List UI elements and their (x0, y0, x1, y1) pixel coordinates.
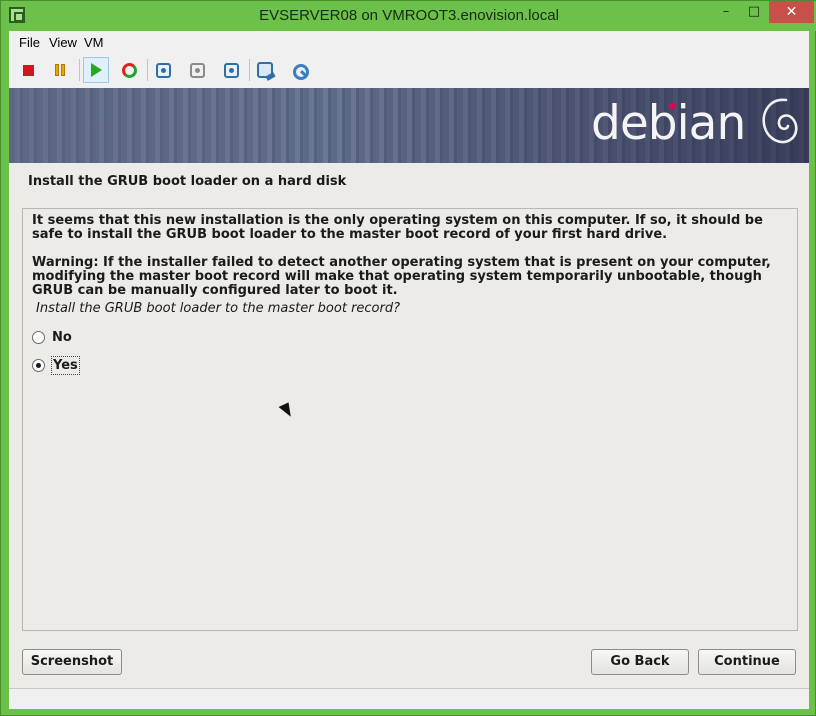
toolbar-separator (79, 59, 80, 81)
debian-logo-dot (670, 103, 676, 109)
question-label: Install the GRUB boot loader to the mast… (36, 301, 401, 316)
maximize-button[interactable]: □ (741, 1, 767, 23)
debian-banner: debian (9, 88, 809, 163)
toolbar-separator (249, 59, 250, 81)
snapshot-icon (155, 62, 171, 78)
insert-disk-button[interactable] (286, 57, 312, 83)
screenshot-button[interactable]: Screenshot (22, 649, 122, 675)
warning-paragraph: Warning: If the installer failed to dete… (32, 255, 771, 298)
menu-bar: File View VM (9, 31, 809, 53)
info-paragraph: It seems that this new installation is t… (32, 213, 763, 242)
radio-no[interactable] (32, 330, 45, 344)
menu-view[interactable]: View (49, 35, 77, 50)
vm-connection-window: EVSERVER08 on VMROOT3.enovision.local – … (0, 0, 816, 716)
revert-button (184, 57, 210, 83)
toolbar (9, 53, 809, 85)
revert-icon (189, 62, 205, 78)
title-bar[interactable]: EVSERVER08 on VMROOT3.enovision.local – … (1, 1, 816, 31)
debian-swirl-icon (762, 98, 798, 144)
pause-icon (55, 64, 67, 76)
menu-file[interactable]: File (19, 35, 40, 50)
client-area: File View VM debian Install the GRUB boo… (9, 31, 809, 709)
minimize-button[interactable]: – (713, 1, 739, 23)
option-yes-label[interactable]: Yes (51, 355, 80, 375)
content-panel: It seems that this new installation is t… (22, 208, 798, 631)
window-title: EVSERVER08 on VMROOT3.enovision.local (259, 7, 559, 24)
reset-button[interactable] (116, 57, 142, 83)
debian-logo-text: debian (591, 96, 746, 151)
toolbar-separator (147, 59, 148, 81)
play-icon (90, 63, 102, 77)
radio-yes[interactable] (32, 358, 45, 372)
option-no[interactable]: No (32, 327, 73, 347)
enhanced-session-button[interactable] (218, 57, 244, 83)
settings-icon (257, 62, 273, 78)
go-back-button[interactable]: Go Back (591, 649, 689, 675)
vm-screen[interactable]: debian Install the GRUB boot loader on a… (9, 88, 809, 688)
continue-button[interactable]: Continue (698, 649, 796, 675)
close-button[interactable]: ✕ (769, 1, 814, 23)
reset-icon (121, 62, 137, 78)
start-button[interactable] (83, 57, 109, 83)
option-yes[interactable]: Yes (32, 355, 80, 375)
status-bar (9, 688, 809, 709)
menu-vm[interactable]: VM (84, 35, 104, 50)
tools-icon (291, 62, 309, 80)
session-icon (223, 62, 239, 78)
turn-off-button[interactable] (15, 57, 41, 83)
checkpoint-button[interactable] (150, 57, 176, 83)
page-title: Install the GRUB boot loader on a hard d… (28, 174, 347, 189)
option-no-label[interactable]: No (51, 329, 73, 346)
stop-icon (22, 64, 34, 76)
settings-button[interactable] (252, 57, 278, 83)
pause-button[interactable] (48, 57, 74, 83)
